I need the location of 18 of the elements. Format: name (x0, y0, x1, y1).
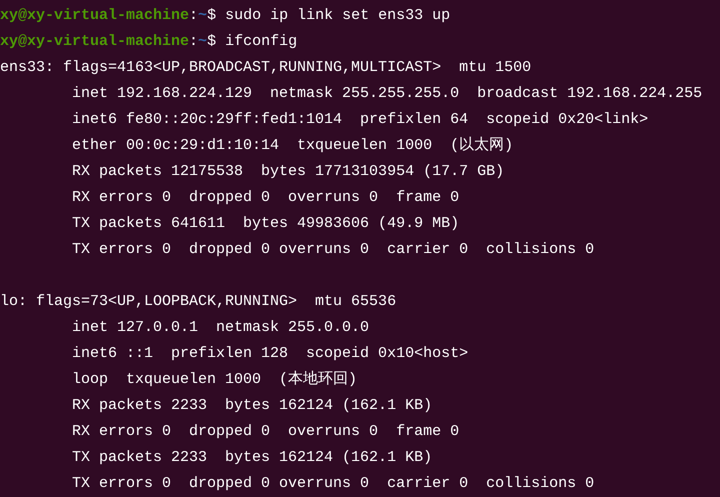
output-line: inet 127.0.0.1 netmask 255.0.0.0 (71, 318, 370, 338)
output-line: inet 192.168.224.129 netmask 255.255.255.0 broadcast 192.168.224.255 (71, 84, 702, 104)
output-line: RX packets 2233 bytes 162124 (162.1 KB) (71, 396, 432, 416)
output-line: inet6 fe80::20c:29ff:fed1:1014 prefixlen 64 scopeid 0x20<link> (71, 110, 648, 130)
output-line: RX errors 0 dropped 0 overruns 0 frame 0 (71, 188, 460, 208)
output-line: lo: flags=73<UP,LOOPBACK,RUNNING> mtu 65536 (0, 292, 396, 312)
output-line: TX packets 2233 bytes 162124 (162.1 KB) (71, 448, 432, 468)
output-line: TX packets 641611 bytes 49983606 (49.9 MB) (71, 214, 460, 234)
prompt-line: xy@xy-virtual-machine:~$ sudo ip link set ens33 up (0, 6, 450, 26)
output-line: ether 00:0c:29:d1:10:14 txqueuelen 1000 (以太网) (71, 136, 514, 156)
output-line: inet6 ::1 prefixlen 128 scopeid 0x10<host> (71, 344, 468, 364)
output-line: ens33: flags=4163<UP,BROADCAST,RUNNING,MULTICAST> mtu 1500 (0, 58, 532, 78)
output-line: RX packets 12175538 bytes 17713103954 (17.7 GB) (71, 162, 504, 182)
output-line: RX errors 0 dropped 0 overruns 0 frame 0 (71, 422, 460, 442)
output-line: loop txqueuelen 1000 (本地环回) (71, 370, 358, 390)
output-line: TX errors 0 dropped 0 overruns 0 carrier 0 collisions 0 (71, 240, 594, 260)
prompt-line: xy@xy-virtual-machine:~$ ifconfig (0, 32, 298, 52)
output-line: TX errors 0 dropped 0 overruns 0 carrier 0 collisions 0 (71, 474, 594, 494)
